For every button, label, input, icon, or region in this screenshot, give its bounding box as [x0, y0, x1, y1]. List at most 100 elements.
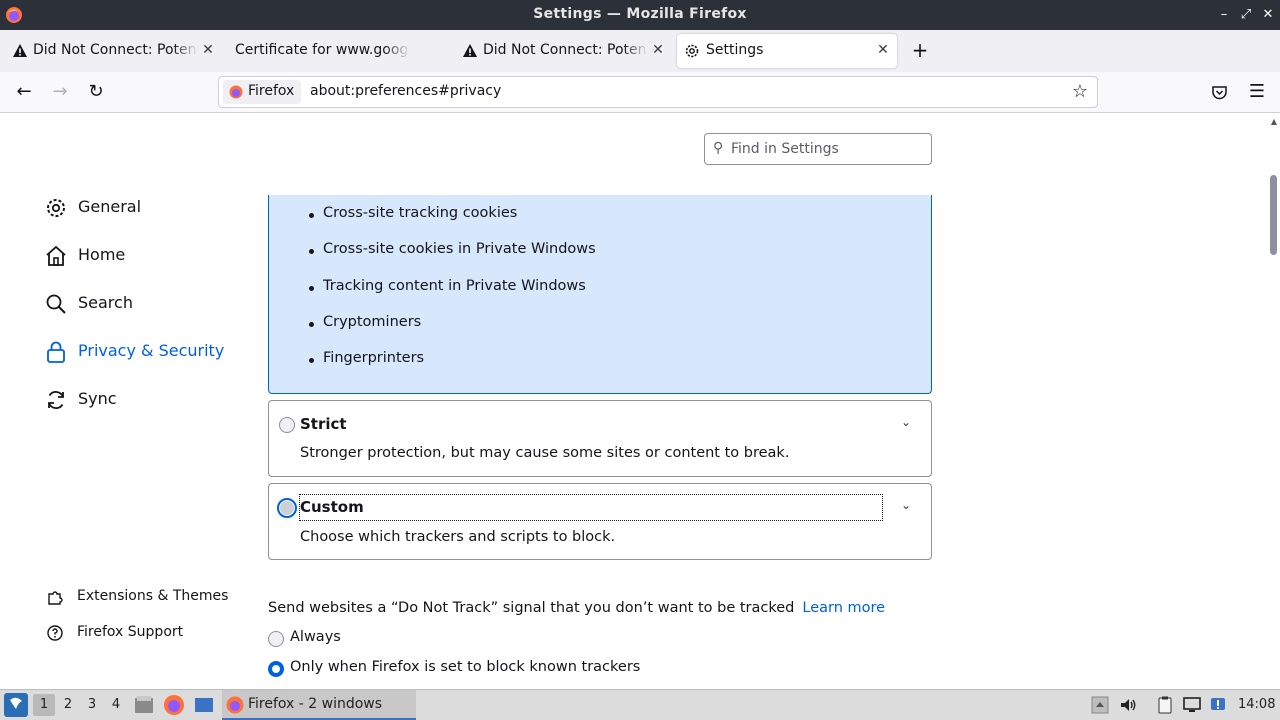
firefox-logo-icon	[229, 85, 243, 99]
custom-description: Choose which trackers and scripts to blo…	[300, 529, 616, 545]
category-home[interactable]: Home	[44, 241, 244, 271]
category-label: Sync	[78, 389, 117, 408]
app-menu-icon[interactable]: ☰	[1247, 81, 1267, 103]
close-tab-icon[interactable]: ✕	[650, 42, 666, 58]
url-bar[interactable]: Firefox about:preferences#privacy ☆	[218, 76, 1098, 108]
tray-up-icon[interactable]	[1090, 695, 1110, 715]
dnt-option-label: Only when Firefox is set to block known …	[290, 659, 641, 675]
close-tab-icon[interactable]: ✕	[200, 42, 216, 58]
list-item: Cross-site tracking cookies	[309, 205, 596, 241]
category-sync[interactable]: Sync	[44, 385, 244, 415]
category-label: Home	[78, 245, 126, 264]
warning-icon	[13, 44, 27, 57]
search-icon: ⚲	[713, 140, 724, 156]
home-icon	[46, 245, 66, 266]
strict-radio[interactable]	[279, 417, 295, 433]
pocket-icon[interactable]	[1211, 84, 1228, 101]
page-scrollbar[interactable]: ▲	[1268, 113, 1280, 689]
taskbar-window-firefox[interactable]: Firefox - 2 windows	[222, 690, 416, 720]
workspace-2[interactable]: 2	[57, 694, 79, 716]
bookmark-star-icon[interactable]: ☆	[1069, 81, 1091, 103]
tab-label: Did Not Connect: Potential Security Issu…	[33, 42, 198, 58]
tab-settings[interactable]: Settings ✕	[677, 34, 897, 68]
list-item: Cryptominers	[309, 314, 596, 350]
window-title: Settings — Mozilla Firefox	[533, 6, 747, 22]
scroll-thumb[interactable]	[1270, 175, 1277, 255]
category-search[interactable]: Search	[44, 289, 244, 319]
tab-label: Did Not Connect: Potential Security Issu…	[483, 42, 648, 58]
taskbar-window-label: Firefox - 2 windows	[248, 696, 383, 712]
tab-label: Certificate for www.google.com	[235, 42, 410, 58]
maximize-button[interactable]: ⤢	[1236, 5, 1256, 25]
search-icon	[46, 294, 66, 314]
tab-did-not-connect-1[interactable]: Did Not Connect: Potential Security Issu…	[2, 34, 222, 68]
scroll-up-icon[interactable]: ▲	[1271, 117, 1277, 126]
standard-protection-panel[interactable]: Cross-site tracking cookies Cross-site c…	[268, 195, 932, 394]
clipboard-icon[interactable]	[1155, 695, 1175, 715]
dnt-always-radio[interactable]	[268, 631, 284, 647]
taskbar-clock: 14:08	[1238, 697, 1276, 712]
list-item: Fingerprinters	[309, 350, 596, 386]
chevron-down-icon[interactable]: ⌄	[901, 415, 915, 429]
firefox-launcher-icon[interactable]	[163, 694, 185, 716]
tab-did-not-connect-2[interactable]: Did Not Connect: Potential Security Issu…	[452, 34, 672, 68]
close-tab-icon[interactable]: ✕	[875, 42, 891, 58]
focus-ring	[299, 494, 883, 521]
reload-button[interactable]: ↻	[85, 81, 107, 103]
workspace-4[interactable]: 4	[105, 694, 127, 716]
find-in-settings-box[interactable]: ⚲	[704, 133, 932, 165]
custom-title: Custom	[300, 498, 364, 516]
tab-label: Settings	[706, 42, 764, 58]
window-titlebar: Settings — Mozilla Firefox – ⤢ ✕	[0, 0, 1280, 30]
workspace-3[interactable]: 3	[81, 694, 103, 716]
identity-box[interactable]: Firefox	[223, 80, 301, 104]
extensions-themes-link[interactable]: Extensions & Themes	[46, 586, 256, 608]
navigation-toolbar: ← → ↻ Firefox about:preferences#privacy …	[0, 72, 1280, 113]
file-manager-icon[interactable]	[133, 694, 155, 716]
display-icon[interactable]	[1182, 695, 1202, 715]
dnt-block-known-radio[interactable]	[268, 661, 284, 677]
standard-blocked-list: Cross-site tracking cookies Cross-site c…	[309, 205, 596, 386]
minimize-button[interactable]: –	[1214, 5, 1234, 25]
firefox-support-link[interactable]: Firefox Support	[46, 622, 256, 644]
notification-icon[interactable]	[1208, 695, 1228, 715]
gear-icon	[47, 199, 65, 217]
tab-certificate[interactable]: Certificate for www.google.com	[226, 34, 446, 68]
start-menu-icon[interactable]	[4, 693, 28, 717]
strict-protection-option[interactable]: Strict Stronger protection, but may caus…	[268, 400, 932, 477]
identity-label: Firefox	[248, 83, 295, 99]
custom-protection-option[interactable]: Custom Choose which trackers and scripts…	[268, 483, 932, 560]
category-label: Search	[78, 293, 133, 312]
do-not-track-heading: Send websites a “Do Not Track” signal th…	[268, 600, 885, 616]
category-label: General	[78, 197, 142, 216]
category-privacy-security[interactable]: Privacy & Security	[44, 337, 244, 367]
url-text[interactable]: about:preferences#privacy	[310, 83, 501, 99]
footer-link-label: Firefox Support	[77, 624, 184, 640]
dnt-option-label: Always	[290, 629, 341, 645]
new-tab-button[interactable]: +	[908, 39, 932, 63]
footer-link-label: Extensions & Themes	[77, 588, 229, 604]
custom-radio[interactable]	[277, 498, 297, 518]
dnt-text: Send websites a “Do Not Track” signal th…	[268, 600, 795, 616]
find-in-settings-input[interactable]	[731, 139, 926, 159]
chevron-down-icon[interactable]: ⌄	[901, 498, 915, 512]
desktop-icon[interactable]	[193, 694, 215, 716]
gear-icon	[685, 44, 699, 58]
volume-icon[interactable]	[1118, 695, 1138, 715]
strict-description: Stronger protection, but may cause some …	[300, 445, 790, 461]
tab-strip: Did Not Connect: Potential Security Issu…	[0, 30, 1280, 72]
firefox-logo-icon	[226, 696, 244, 714]
settings-page: ⚲ General Home Search Privacy & Security…	[0, 113, 1280, 689]
warning-icon	[463, 44, 477, 57]
puzzle-icon	[48, 591, 63, 605]
back-button[interactable]: ←	[13, 81, 35, 103]
close-window-button[interactable]: ✕	[1258, 5, 1278, 25]
list-item: Cross-site cookies in Private Windows	[309, 241, 596, 277]
strict-title: Strict	[300, 415, 347, 433]
learn-more-link[interactable]: Learn more	[802, 600, 885, 616]
taskbar: 1 2 3 4 Firefox - 2 windows 14:08	[0, 689, 1280, 720]
category-general[interactable]: General	[44, 193, 244, 223]
lock-icon	[47, 341, 65, 363]
forward-button[interactable]: →	[49, 81, 71, 103]
workspace-1[interactable]: 1	[33, 694, 55, 716]
